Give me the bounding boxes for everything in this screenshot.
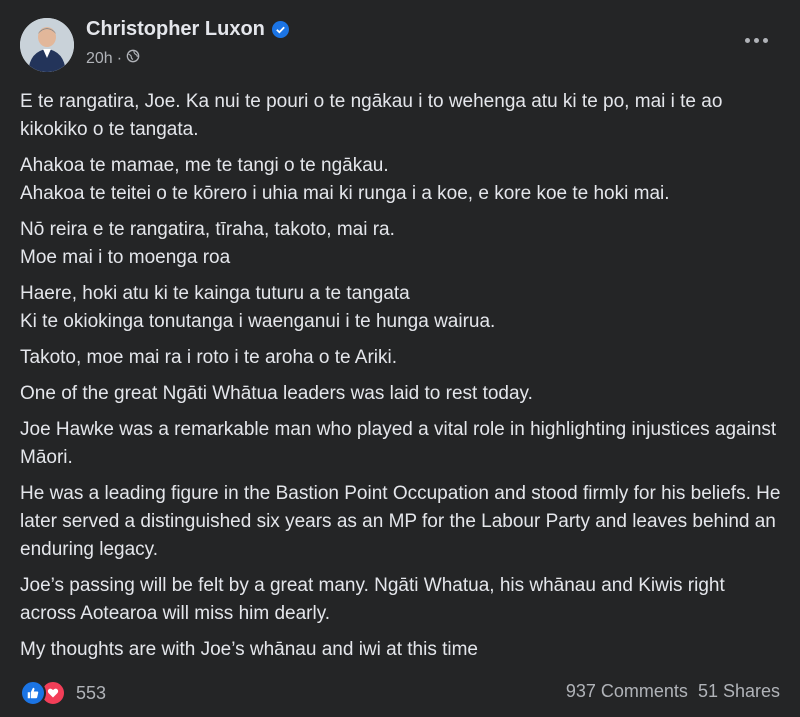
post-paragraph: Nō reira e te rangatira, tīraha, takoto,…: [20, 216, 785, 272]
post-paragraph: E te rangatira, Joe. Ka nui te pouri o t…: [20, 88, 785, 144]
shares-count-link[interactable]: 51 Shares: [698, 681, 780, 702]
post-paragraph: He was a leading figure in the Bastion P…: [20, 480, 785, 564]
text-line: Joe Hawke was a remarkable man who playe…: [20, 419, 777, 468]
avatar[interactable]: [20, 18, 74, 72]
text-line: Nō reira e te rangatira, tīraha, takoto,…: [20, 219, 395, 240]
post-paragraph: One of the great Ngāti Whātua leaders wa…: [20, 380, 785, 408]
profile-photo: [20, 18, 74, 72]
text-line: He was a leading figure in the Bastion P…: [20, 483, 781, 560]
post-paragraph: Ahakoa te mamae, me te tangi o te ngākau…: [20, 152, 785, 208]
reactions-summary[interactable]: 553: [20, 680, 106, 706]
more-options-icon[interactable]: [742, 26, 770, 54]
author-name[interactable]: Christopher Luxon: [86, 18, 265, 41]
text-line: Joe’s passing will be felt by a great ma…: [20, 575, 725, 624]
text-line: One of the great Ngāti Whātua leaders wa…: [20, 383, 533, 404]
post-body: E te rangatira, Joe. Ka nui te pouri o t…: [20, 88, 785, 672]
meta-separator: ·: [116, 49, 123, 67]
post-timestamp[interactable]: 20h: [86, 50, 113, 68]
post-paragraph: Takoto, moe mai ra i roto i te aroha o t…: [20, 344, 785, 372]
post-paragraph: Joe Hawke was a remarkable man who playe…: [20, 416, 785, 472]
text-line: E te rangatira, Joe. Ka nui te pouri o t…: [20, 91, 723, 140]
comments-count-link[interactable]: 937 Comments: [566, 681, 688, 702]
author-header: Christopher Luxon: [86, 18, 289, 41]
engagement-stats: 937 Comments 51 Shares: [566, 681, 780, 702]
post-paragraph: Joe’s passing will be felt by a great ma…: [20, 572, 785, 628]
text-line: Takoto, moe mai ra i roto i te aroha o t…: [20, 347, 398, 368]
text-line: Moe mai i to moenga roa: [20, 247, 231, 268]
post-meta: 20h ·: [86, 49, 140, 68]
text-line: Ahakoa te teitei o te kōrero i uhia mai …: [20, 183, 670, 204]
post-paragraph: My thoughts are with Joe’s whānau and iw…: [20, 636, 785, 664]
text-line: Ki te okiokinga tonutanga i waenganui i …: [20, 311, 496, 332]
like-reaction-icon: [20, 680, 46, 706]
verified-badge-icon: [271, 21, 289, 38]
globe-icon: [126, 49, 140, 68]
text-line: Haere, hoki atu ki te kainga tuturu a te…: [20, 283, 410, 304]
post-paragraph: Haere, hoki atu ki te kainga tuturu a te…: [20, 280, 785, 336]
text-line: My thoughts are with Joe’s whānau and iw…: [20, 639, 478, 660]
text-line: Ahakoa te mamae, me te tangi o te ngākau…: [20, 155, 389, 176]
reactions-count: 553: [76, 682, 107, 703]
